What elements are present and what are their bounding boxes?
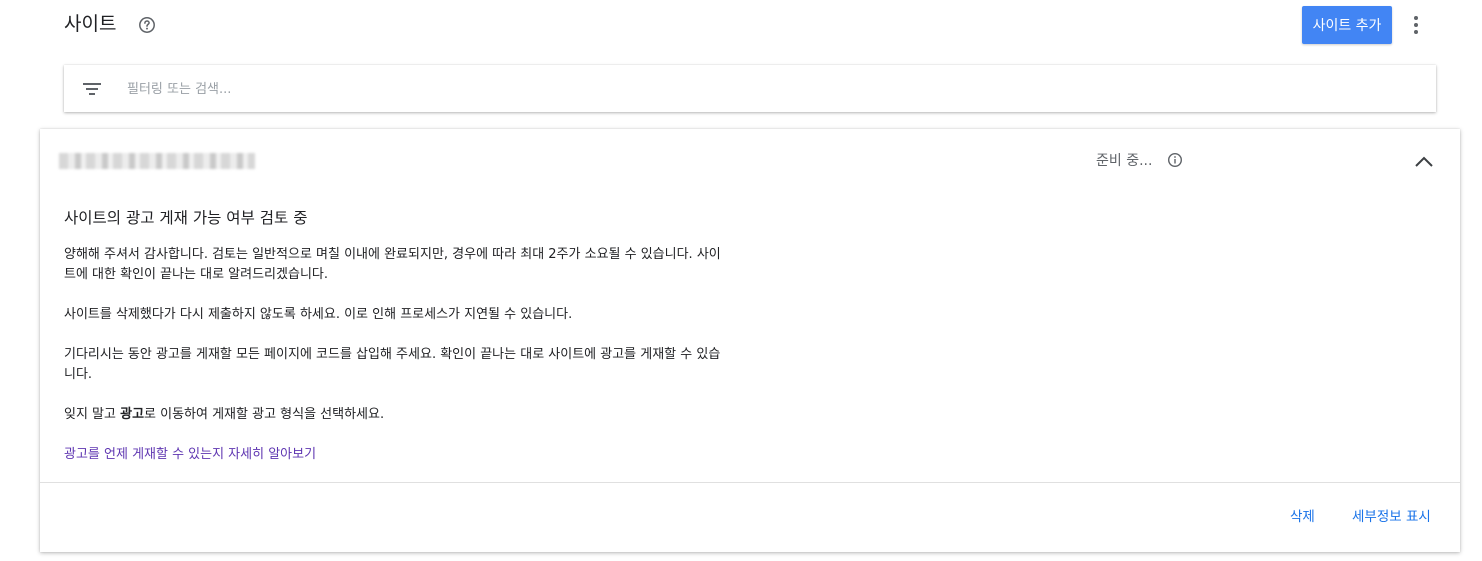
review-paragraph-ads: 잊지 말고 광고로 이동하여 게재할 광고 형식을 선택하세요.	[64, 405, 724, 425]
chevron-up-icon[interactable]	[1412, 151, 1436, 171]
info-icon[interactable]	[1167, 152, 1183, 168]
ads-paragraph-prefix: 잊지 말고	[64, 407, 121, 422]
review-title: 사이트의 광고 게재 가능 여부 검토 중	[64, 209, 308, 227]
search-input[interactable]	[127, 76, 1407, 102]
review-paragraph-timing: 양해해 주셔서 감사합니다. 검토는 일반적으로 며칠 이내에 완료되지만, 경…	[64, 247, 721, 282]
site-card: 준비 중... 사이트의 광고 게재 가능 여부 검토 중 양해해 주셔서 감사…	[40, 129, 1460, 552]
page-title: 사이트	[64, 13, 117, 35]
show-details-button[interactable]: 세부정보 표시	[1352, 507, 1431, 527]
site-url-redacted	[59, 153, 255, 169]
card-divider	[40, 482, 1460, 483]
review-paragraph-resubmit: 사이트를 삭제했다가 다시 제출하지 않도록 하세요. 이로 인해 프로세스가 …	[64, 307, 573, 322]
filter-icon[interactable]	[82, 79, 102, 99]
review-paragraph-code: 기다리시는 동안 광고를 게재할 모든 페이지에 코드를 삽입해 주세요. 확인…	[64, 347, 721, 382]
ads-paragraph-bold: 광고	[120, 407, 145, 422]
add-site-button[interactable]: 사이트 추가	[1302, 6, 1392, 44]
search-bar	[64, 65, 1436, 112]
help-icon[interactable]	[138, 16, 156, 34]
delete-button[interactable]: 삭제	[1290, 507, 1315, 527]
more-vert-icon[interactable]	[1406, 14, 1426, 36]
learn-more-link[interactable]: 광고를 언제 게재할 수 있는지 자세히 알아보기	[64, 445, 316, 465]
sites-page: 사이트 사이트 추가 준비 중...	[0, 0, 1482, 561]
status-badge: 준비 중...	[1096, 153, 1153, 169]
ads-paragraph-suffix: 로 이동하여 게재할 광고 형식을 선택하세요.	[144, 407, 385, 422]
